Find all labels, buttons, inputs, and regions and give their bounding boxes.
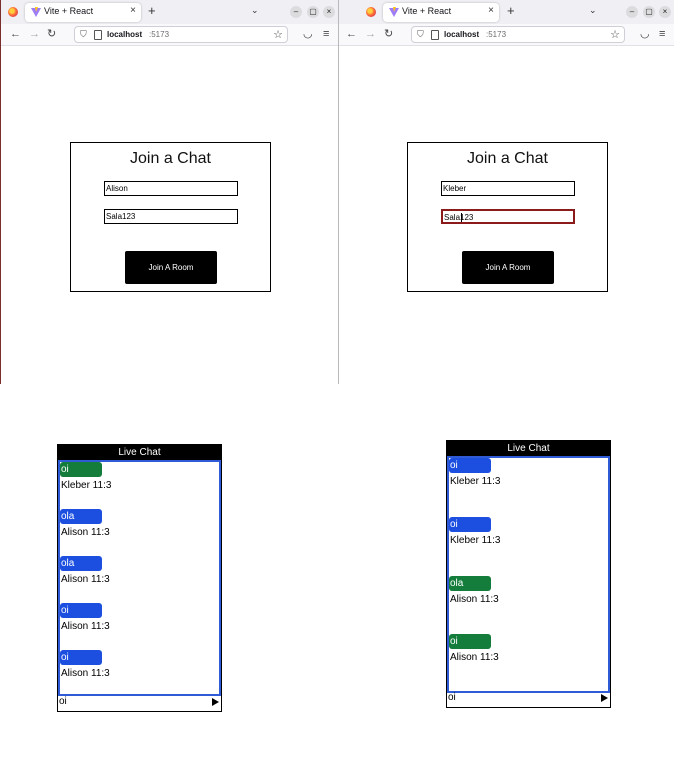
tab-list-icon[interactable]: ⌄ xyxy=(251,5,259,16)
name-input[interactable]: Alison xyxy=(104,181,238,196)
message-bubble: oi xyxy=(449,458,491,473)
back-icon[interactable]: ← xyxy=(10,28,21,40)
join-room-button[interactable]: Join A Room xyxy=(462,251,554,284)
new-tab-icon[interactable]: + xyxy=(148,3,156,18)
back-icon[interactable]: ← xyxy=(346,28,357,40)
reload-icon[interactable]: ↻ xyxy=(47,28,56,40)
firefox-icon[interactable] xyxy=(8,7,18,17)
window-close-icon[interactable]: × xyxy=(323,6,335,18)
message-meta: Alison 11:3 xyxy=(61,621,110,632)
chat-header: Live Chat xyxy=(58,445,221,460)
url-host: localhost xyxy=(107,30,143,39)
message-input[interactable]: oi xyxy=(59,696,67,707)
browser-tab[interactable]: Vite + React × xyxy=(383,3,499,22)
forward-icon[interactable]: → xyxy=(365,28,376,40)
join-chat-form: Join a Chat Alison Sala123 Join A Room xyxy=(70,142,271,292)
browser-window-left: Vite + React × + ⌄ – ▢ × ← → ↻ ⛉ localho… xyxy=(0,0,338,384)
chat-message: ola Alison 11:3 xyxy=(60,556,190,587)
minimize-icon[interactable]: – xyxy=(290,6,302,18)
nav-bar: ← → ↻ ⛉ localhost :5173 ☆ ◡ ≡ xyxy=(1,24,338,46)
menu-icon[interactable]: ≡ xyxy=(659,28,665,40)
chat-message: oi Alison 11:3 xyxy=(60,603,190,634)
close-tab-icon[interactable]: × xyxy=(488,5,494,16)
message-bubble: ola xyxy=(449,576,491,591)
new-tab-icon[interactable]: + xyxy=(507,3,515,18)
text-caret xyxy=(461,213,462,222)
send-icon[interactable] xyxy=(212,698,219,706)
firefox-icon[interactable] xyxy=(366,7,376,17)
tab-title: Vite + React xyxy=(402,6,452,16)
chat-message: oi Alison 11:3 xyxy=(60,650,190,681)
message-bubble: oi xyxy=(449,634,491,649)
join-room-button[interactable]: Join A Room xyxy=(125,251,217,284)
chat-message: oi Kleber 11:3 xyxy=(449,517,579,548)
bookmark-star-icon[interactable]: ☆ xyxy=(610,28,620,41)
pocket-icon[interactable]: ◡ xyxy=(303,28,313,40)
message-bubble: oi xyxy=(60,462,102,477)
browser-window-right: Vite + React × + ⌄ – ▢ × ← → ↻ ⛉ localho… xyxy=(339,0,674,384)
chat-messages[interactable]: oi Kleber 11:3 ola Alison 11:3 ola Aliso… xyxy=(58,460,221,696)
room-input[interactable]: Sala123 xyxy=(441,209,575,224)
chat-messages[interactable]: oi Kleber 11:3 oi Kleber 11:3 ola Alison… xyxy=(447,456,610,693)
message-meta: Alison 11:3 xyxy=(61,574,110,585)
url-port: :5173 xyxy=(149,30,170,39)
join-chat-form: Join a Chat Kleber Sala123 Join A Room xyxy=(407,142,608,292)
message-bubble: oi xyxy=(60,650,102,665)
pocket-icon[interactable]: ◡ xyxy=(640,28,650,40)
forward-icon[interactable]: → xyxy=(29,28,40,40)
page-icon[interactable] xyxy=(94,30,102,40)
message-meta: Kleber 11:3 xyxy=(61,480,112,491)
room-input[interactable]: Sala123 xyxy=(104,209,238,224)
chat-footer: oi xyxy=(58,695,221,711)
page-icon[interactable] xyxy=(431,30,439,40)
message-bubble: ola xyxy=(60,556,102,571)
url-host: localhost xyxy=(444,30,480,39)
send-icon[interactable] xyxy=(601,694,608,702)
message-bubble: ola xyxy=(60,509,102,524)
chat-message: oi Kleber 11:3 xyxy=(60,462,190,493)
window-close-icon[interactable]: × xyxy=(659,6,671,18)
close-tab-icon[interactable]: × xyxy=(130,5,136,16)
bookmark-star-icon[interactable]: ☆ xyxy=(273,28,283,41)
message-bubble: oi xyxy=(449,517,491,532)
chat-header: Live Chat xyxy=(447,441,610,456)
reload-icon[interactable]: ↻ xyxy=(384,28,393,40)
message-meta: Kleber 11:3 xyxy=(450,535,501,546)
room-input-value: Sala123 xyxy=(444,213,474,222)
message-meta: Alison 11:3 xyxy=(61,668,110,679)
tab-strip: Vite + React × + ⌄ – ▢ × xyxy=(1,0,338,24)
menu-icon[interactable]: ≡ xyxy=(323,28,329,40)
message-meta: Kleber 11:3 xyxy=(450,476,501,487)
message-input[interactable]: oi xyxy=(448,692,456,703)
url-bar[interactable]: ⛉ localhost :5173 ☆ xyxy=(74,26,288,43)
tab-list-icon[interactable]: ⌄ xyxy=(589,5,597,16)
chat-message: oi Alison 11:3 xyxy=(449,634,579,665)
tab-title: Vite + React xyxy=(44,6,94,16)
chat-message: ola Alison 11:3 xyxy=(449,576,579,607)
maximize-icon[interactable]: ▢ xyxy=(643,6,655,18)
chat-message: oi Kleber 11:3 xyxy=(449,458,579,489)
shield-icon[interactable]: ⛉ xyxy=(80,29,87,40)
message-meta: Alison 11:3 xyxy=(450,594,499,605)
url-port: :5173 xyxy=(486,30,507,39)
message-meta: Alison 11:3 xyxy=(61,527,110,538)
message-meta: Alison 11:3 xyxy=(450,652,499,663)
name-input[interactable]: Kleber xyxy=(441,181,575,196)
message-bubble: oi xyxy=(60,603,102,618)
nav-bar: ← → ↻ ⛉ localhost :5173 ☆ ◡ ≡ xyxy=(339,24,674,46)
join-title: Join a Chat xyxy=(130,150,211,167)
live-chat-right: Live Chat oi Kleber 11:3 oi Kleber 11:3 … xyxy=(446,440,611,708)
live-chat-left: Live Chat oi Kleber 11:3 ola Alison 11:3… xyxy=(57,444,222,712)
vite-icon xyxy=(31,7,41,17)
minimize-icon[interactable]: – xyxy=(626,6,638,18)
shield-icon[interactable]: ⛉ xyxy=(417,29,424,40)
chat-message: ola Alison 11:3 xyxy=(60,509,190,540)
maximize-icon[interactable]: ▢ xyxy=(307,6,319,18)
chat-footer: oi xyxy=(447,691,610,707)
tab-strip: Vite + React × + ⌄ – ▢ × xyxy=(339,0,674,24)
join-title: Join a Chat xyxy=(467,150,548,167)
vite-icon xyxy=(389,7,399,17)
url-bar[interactable]: ⛉ localhost :5173 ☆ xyxy=(411,26,625,43)
browser-tab[interactable]: Vite + React × xyxy=(25,3,141,22)
